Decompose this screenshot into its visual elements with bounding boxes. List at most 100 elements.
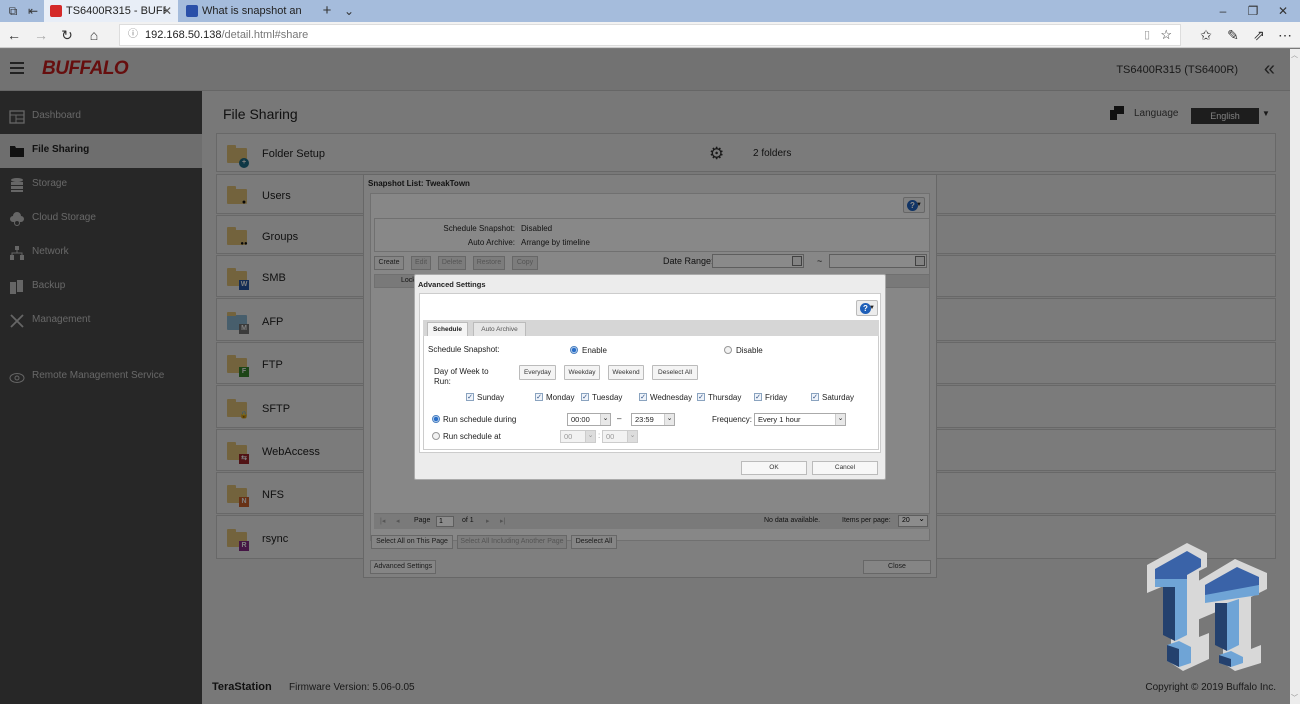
day-label: Saturday [822,393,855,402]
reading-view-icon[interactable]: ▯ [1144,25,1150,45]
tab-list-icon[interactable]: ⌄ [342,4,356,18]
run-during-label: Run schedule during [443,415,517,424]
tab-schedule[interactable]: Schedule [427,322,468,336]
home-icon[interactable]: ⌂ [85,26,103,44]
schedule-panel: Schedule Snapshot: Enable Disable Day of… [423,336,879,450]
delete-button[interactable]: Delete [438,256,466,270]
cancel-button[interactable]: Cancel [812,461,878,475]
close-tab-icon[interactable]: ✕ [162,0,172,22]
tab-auto-archive[interactable]: Auto Archive [473,322,526,336]
browser-tab-snapshot[interactable]: What is snapshot and how i [180,0,312,22]
url-host: 192.168.50.138 [145,29,222,41]
prev-page-icon[interactable]: ◂ [396,517,400,525]
buffalo-favicon-icon [50,5,62,17]
minimize-icon[interactable]: – [1208,0,1238,22]
date-to-input[interactable] [829,254,927,268]
copy-button[interactable]: Copy [512,256,538,270]
archive-label: Auto Archive: [467,238,515,247]
refresh-icon[interactable]: ↻ [58,26,76,44]
items-per-page-label: Items per page: [842,517,891,524]
checkbox-saturday[interactable]: ✓ [811,393,819,401]
start-time-select[interactable]: 00:00 ⌄ [567,413,611,426]
run-at-minute-value: 00 [606,432,615,441]
weekend-button[interactable]: Weekend [608,365,644,380]
share-icon[interactable]: ⇗ [1250,26,1268,44]
scroll-up-icon[interactable]: ︿ [1291,50,1298,60]
pager: |◂ ◂ Page 1 of 1 ▸ ▸| No data available.… [374,513,930,529]
page-input[interactable]: 1 [436,516,454,527]
favorite-star-icon[interactable]: ☆ [1160,25,1172,45]
browser-tab-buffalo[interactable]: TS6400R315 - BUFFALO ✕ [44,0,178,22]
first-page-icon[interactable]: |◂ [380,517,385,525]
forward-icon[interactable]: → [32,26,50,44]
create-button[interactable]: Create [374,256,404,270]
run-at-label: Run schedule at [443,432,501,441]
new-tab-icon[interactable]: + [320,3,334,18]
restore-icon[interactable]: ❐ [1238,0,1268,22]
checkbox-tuesday[interactable]: ✓ [581,393,589,401]
run-at-hour-value: 00 [564,432,573,441]
calendar-icon[interactable] [915,256,925,266]
frequency-label: Frequency: [712,415,753,424]
close-button[interactable]: Close [863,560,931,574]
disable-radio[interactable] [724,346,732,354]
day-of-week-label-2: Run: [434,377,451,386]
checkbox-thursday[interactable]: ✓ [697,393,705,401]
close-window-icon[interactable]: ✕ [1268,0,1298,22]
run-during-radio[interactable] [432,415,440,423]
pager-status: No data available. [764,517,821,524]
restore-button[interactable]: Restore [473,256,505,270]
date-from-input[interactable] [712,254,804,268]
site-info-icon[interactable]: ⓘ [128,25,138,45]
everyday-button[interactable]: Everyday [519,365,556,380]
help-button[interactable]: ? ▼ [903,197,925,213]
checkbox-wednesday[interactable]: ✓ [639,393,647,401]
url-input[interactable]: ⓘ 192.168.50.138/detail.html#share ▯ ☆ [119,24,1181,46]
dialog-title: Advanced Settings [418,280,486,289]
advanced-settings-button[interactable]: Advanced Settings [370,560,436,574]
items-per-page-select[interactable]: 20 [898,514,928,527]
run-at-minute-select[interactable]: 00 ⌄ [602,430,638,443]
advanced-settings-dialog: Advanced Settings ? ▼ Schedule Auto Archi… [414,274,886,480]
back-icon[interactable]: ← [5,26,23,44]
pen-icon[interactable]: ✎ [1224,26,1242,44]
ok-button[interactable]: OK [741,461,807,475]
deselect-all-button[interactable]: Deselect All [571,535,617,549]
schedule-value: Disabled [521,224,553,233]
deselect-all-days-button[interactable]: Deselect All [652,365,698,380]
colon-separator: : [598,431,601,440]
enable-radio[interactable] [570,346,578,354]
set-aside-tabs-icon[interactable]: ⇤ [26,4,40,18]
edit-button[interactable]: Edit [411,256,431,270]
help-button[interactable]: ? ▼ [856,300,878,316]
checkbox-friday[interactable]: ✓ [754,393,762,401]
day-of-week-label: Day of Week to [434,367,489,376]
start-time-value: 00:00 [571,415,590,424]
chevron-down-icon: ⌄ [627,431,637,442]
disable-label: Disable [736,346,763,355]
select-all-page-button[interactable]: Select All on This Page [371,535,453,549]
day-label: Tuesday [592,393,623,402]
next-page-icon[interactable]: ▸ [486,517,490,525]
select-all-pages-button[interactable]: Select All Including Another Page [457,535,567,549]
end-time-select[interactable]: 23:59 ⌄ [631,413,675,426]
scroll-down-icon[interactable]: ﹀ [1291,693,1298,703]
frequency-select[interactable]: Every 1 hour ⌄ [754,413,846,426]
page-scrollbar[interactable]: ︿ ﹀ [1290,49,1300,704]
snapshot-info: Schedule Snapshot: Disabled Auto Archive… [374,218,930,252]
calendar-icon[interactable] [792,256,802,266]
weekday-button[interactable]: Weekday [564,365,600,380]
checkbox-monday[interactable]: ✓ [535,393,543,401]
run-at-hour-select[interactable]: 00 ⌄ [560,430,596,443]
end-time-value: 23:59 [635,415,654,424]
tab-title: TS6400R315 - BUFFALO [66,5,166,17]
checkbox-sunday[interactable]: ✓ [466,393,474,401]
run-at-radio[interactable] [432,432,440,440]
more-icon[interactable]: ⋯ [1276,26,1294,44]
tweaktown-watermark-logo [1147,543,1267,671]
last-page-icon[interactable]: ▸| [500,517,505,525]
caret-icon: ▼ [869,305,875,311]
page-favicon-icon [186,5,198,17]
favorites-list-icon[interactable]: ✩ [1197,26,1215,44]
tab-actions-icon[interactable]: ⧉ [6,4,20,18]
